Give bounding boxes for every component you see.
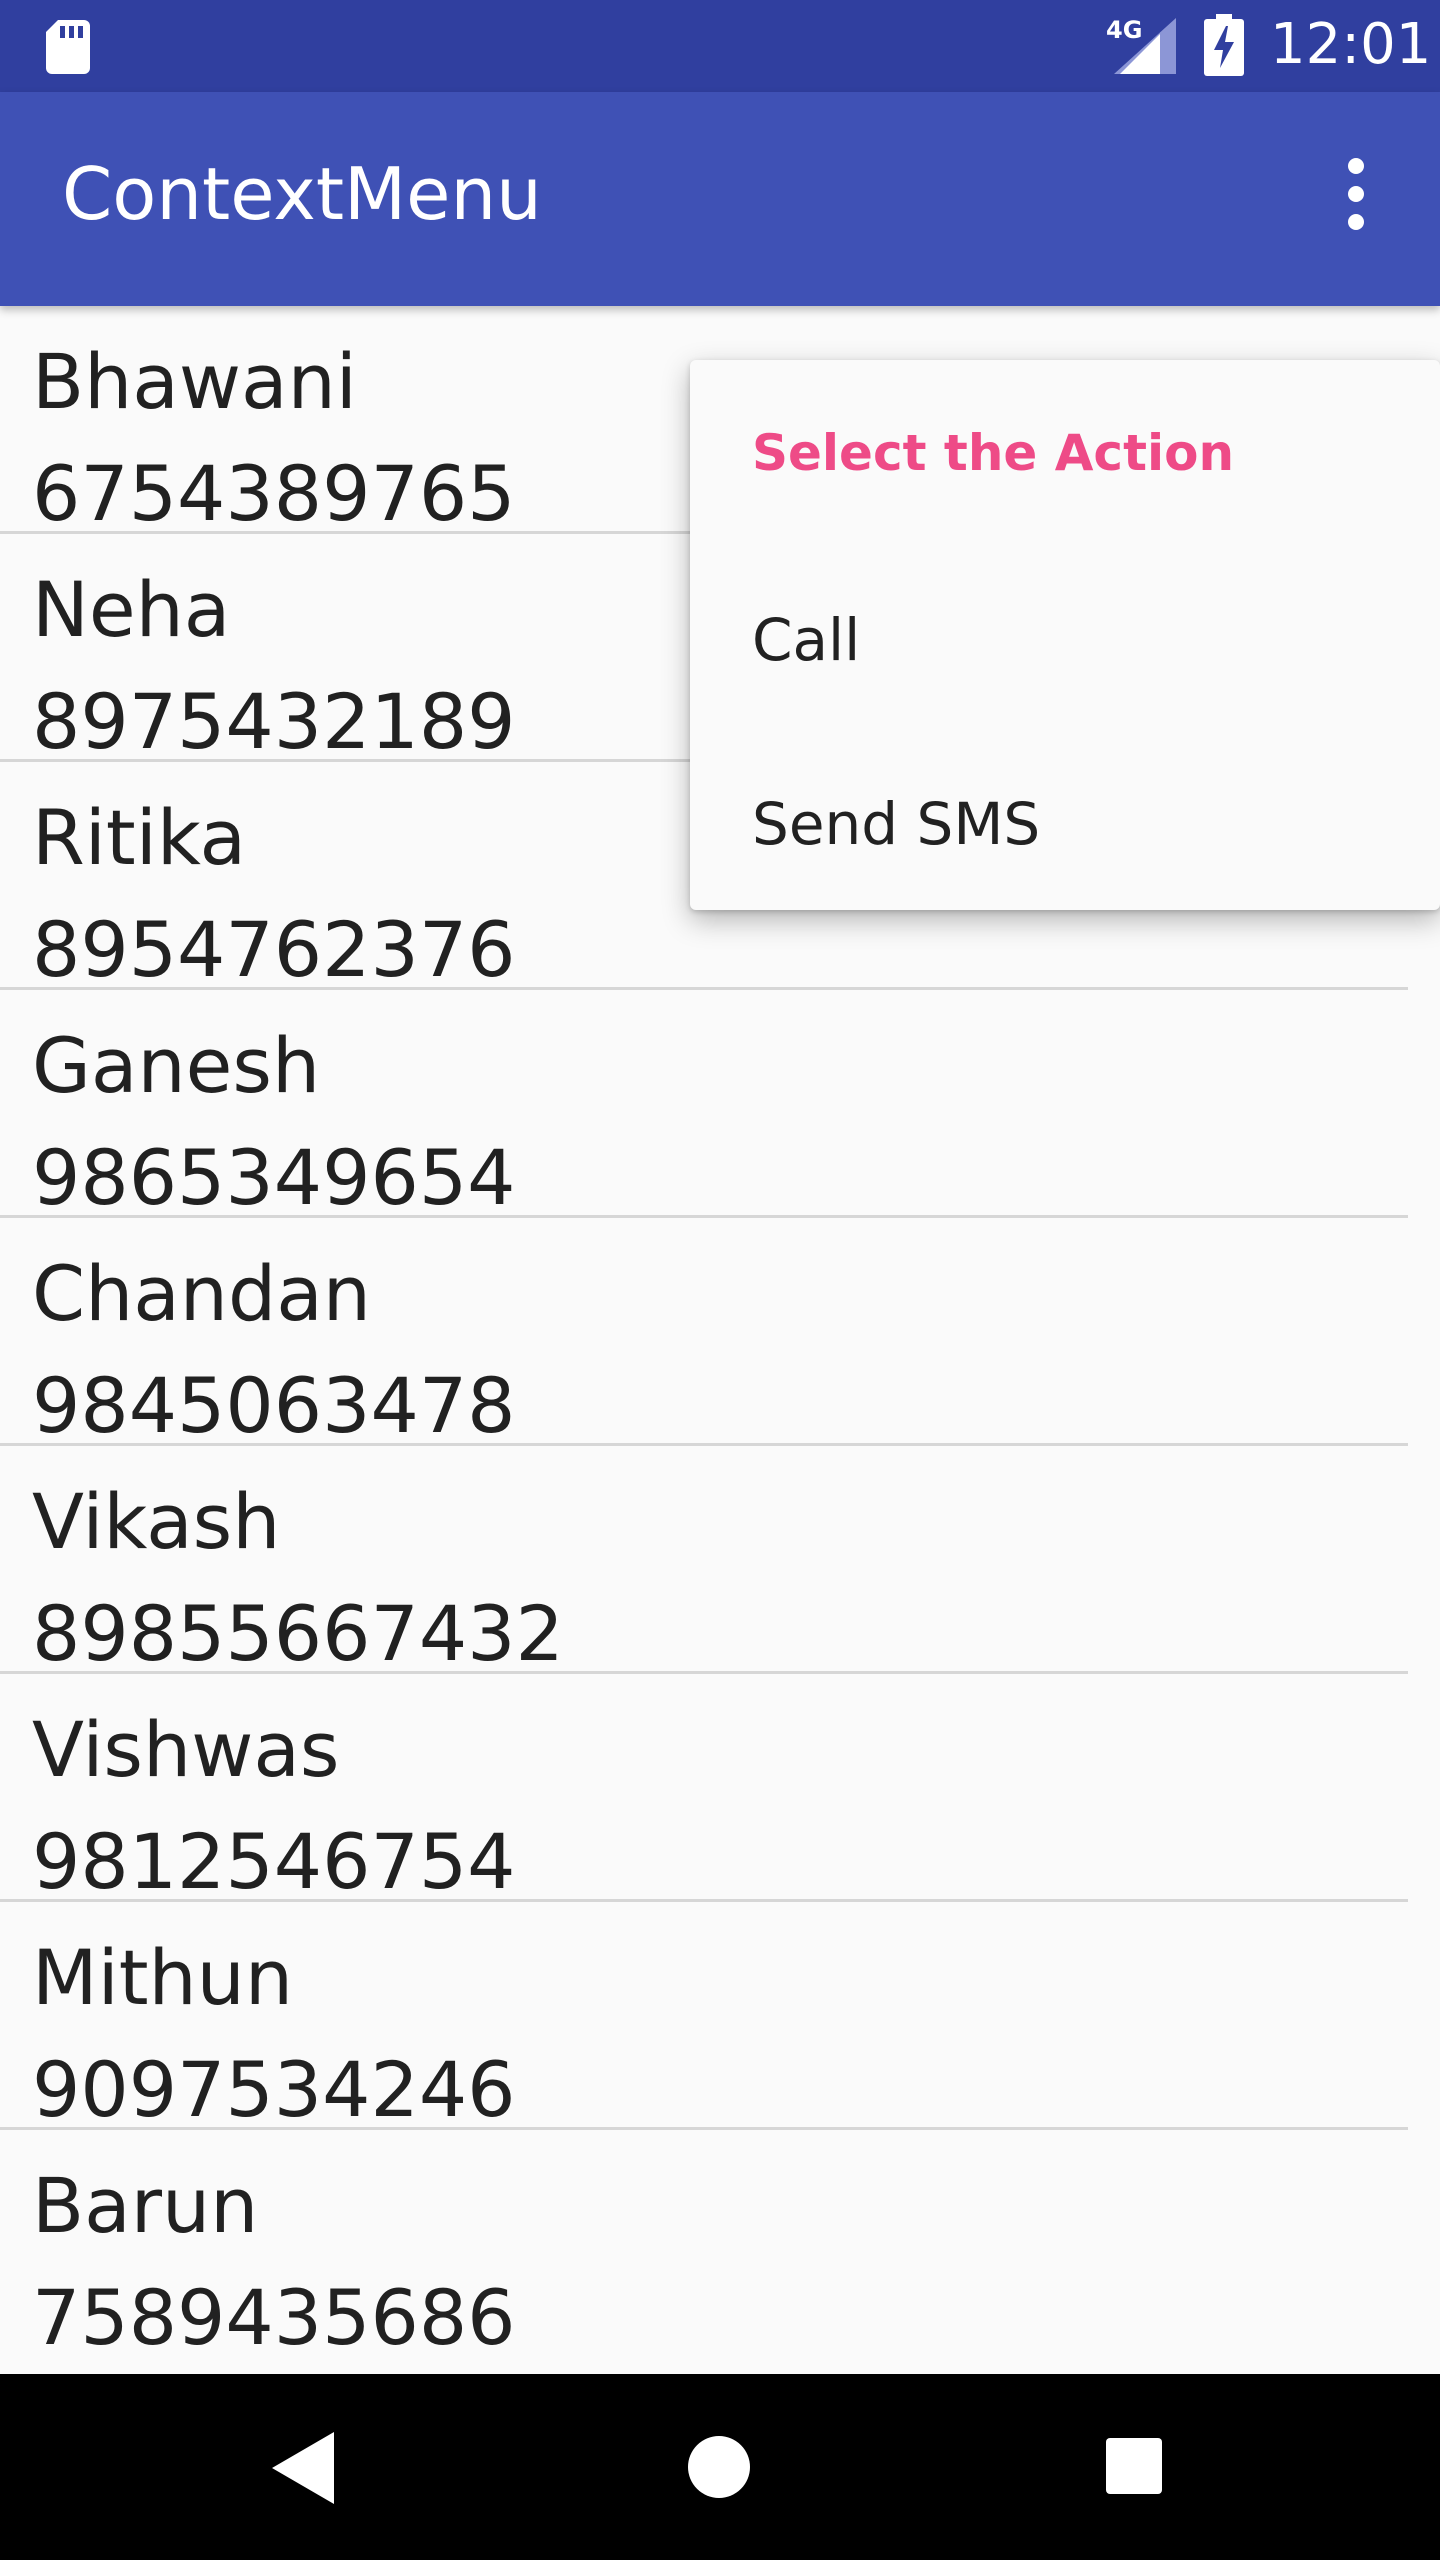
contact-row[interactable]: Chandan 9845063478 bbox=[0, 1218, 1440, 1446]
contact-row[interactable]: Vishwas 9812546754 bbox=[0, 1674, 1440, 1902]
contact-phone: 89855667432 bbox=[32, 1589, 564, 1678]
battery-charging-icon bbox=[1204, 14, 1244, 76]
contact-phone: 8954762376 bbox=[32, 905, 516, 994]
context-menu-header: Select the Action bbox=[752, 424, 1235, 482]
contact-name: Chandan bbox=[32, 1249, 371, 1338]
back-icon[interactable] bbox=[268, 2430, 348, 2506]
contact-name: Neha bbox=[32, 565, 231, 654]
context-menu: Select the Action Call Send SMS bbox=[690, 360, 1440, 910]
status-bar: 4G 12:01 bbox=[0, 0, 1440, 92]
clock: 12:01 bbox=[1270, 12, 1432, 77]
contact-row[interactable]: Barun 7589435686 bbox=[0, 2130, 1440, 2358]
contact-phone: 9812546754 bbox=[32, 1817, 516, 1906]
recent-apps-icon[interactable] bbox=[1106, 2438, 1162, 2494]
contact-row[interactable]: Mithun 9097534246 bbox=[0, 1902, 1440, 2130]
contact-phone: 9865349654 bbox=[32, 1133, 516, 1222]
menu-item-call[interactable]: Call bbox=[690, 542, 1440, 726]
contact-name: Ritika bbox=[32, 793, 247, 882]
contact-name: Ganesh bbox=[32, 1021, 321, 1110]
menu-item-send-sms[interactable]: Send SMS bbox=[690, 726, 1440, 910]
overflow-dot-icon bbox=[1348, 214, 1364, 230]
signal-icon bbox=[1114, 18, 1176, 74]
overflow-dot-icon bbox=[1348, 158, 1364, 174]
overflow-menu-button[interactable] bbox=[1320, 152, 1392, 236]
menu-item-label: Call bbox=[752, 606, 861, 674]
app-bar: ContextMenu bbox=[0, 92, 1440, 306]
contact-name: Vikash bbox=[32, 1477, 281, 1566]
menu-item-label: Send SMS bbox=[752, 790, 1041, 858]
contact-name: Mithun bbox=[32, 1933, 293, 2022]
app-title: ContextMenu bbox=[62, 152, 542, 236]
overflow-dot-icon bbox=[1348, 186, 1364, 202]
navigation-bar bbox=[0, 2374, 1440, 2560]
home-icon[interactable] bbox=[688, 2436, 750, 2498]
contact-phone: 8975432189 bbox=[32, 677, 516, 766]
contact-name: Vishwas bbox=[32, 1705, 340, 1794]
contact-phone: 7589435686 bbox=[32, 2273, 516, 2362]
contact-phone: 9097534246 bbox=[32, 2045, 516, 2134]
contact-phone: 6754389765 bbox=[32, 449, 516, 538]
contact-name: Barun bbox=[32, 2161, 259, 2250]
contact-row[interactable]: Vikash 89855667432 bbox=[0, 1446, 1440, 1674]
contact-name: Bhawani bbox=[32, 337, 357, 426]
sd-card-icon bbox=[46, 20, 90, 74]
contact-row[interactable]: Ganesh 9865349654 bbox=[0, 990, 1440, 1218]
contact-phone: 9845063478 bbox=[32, 1361, 516, 1450]
